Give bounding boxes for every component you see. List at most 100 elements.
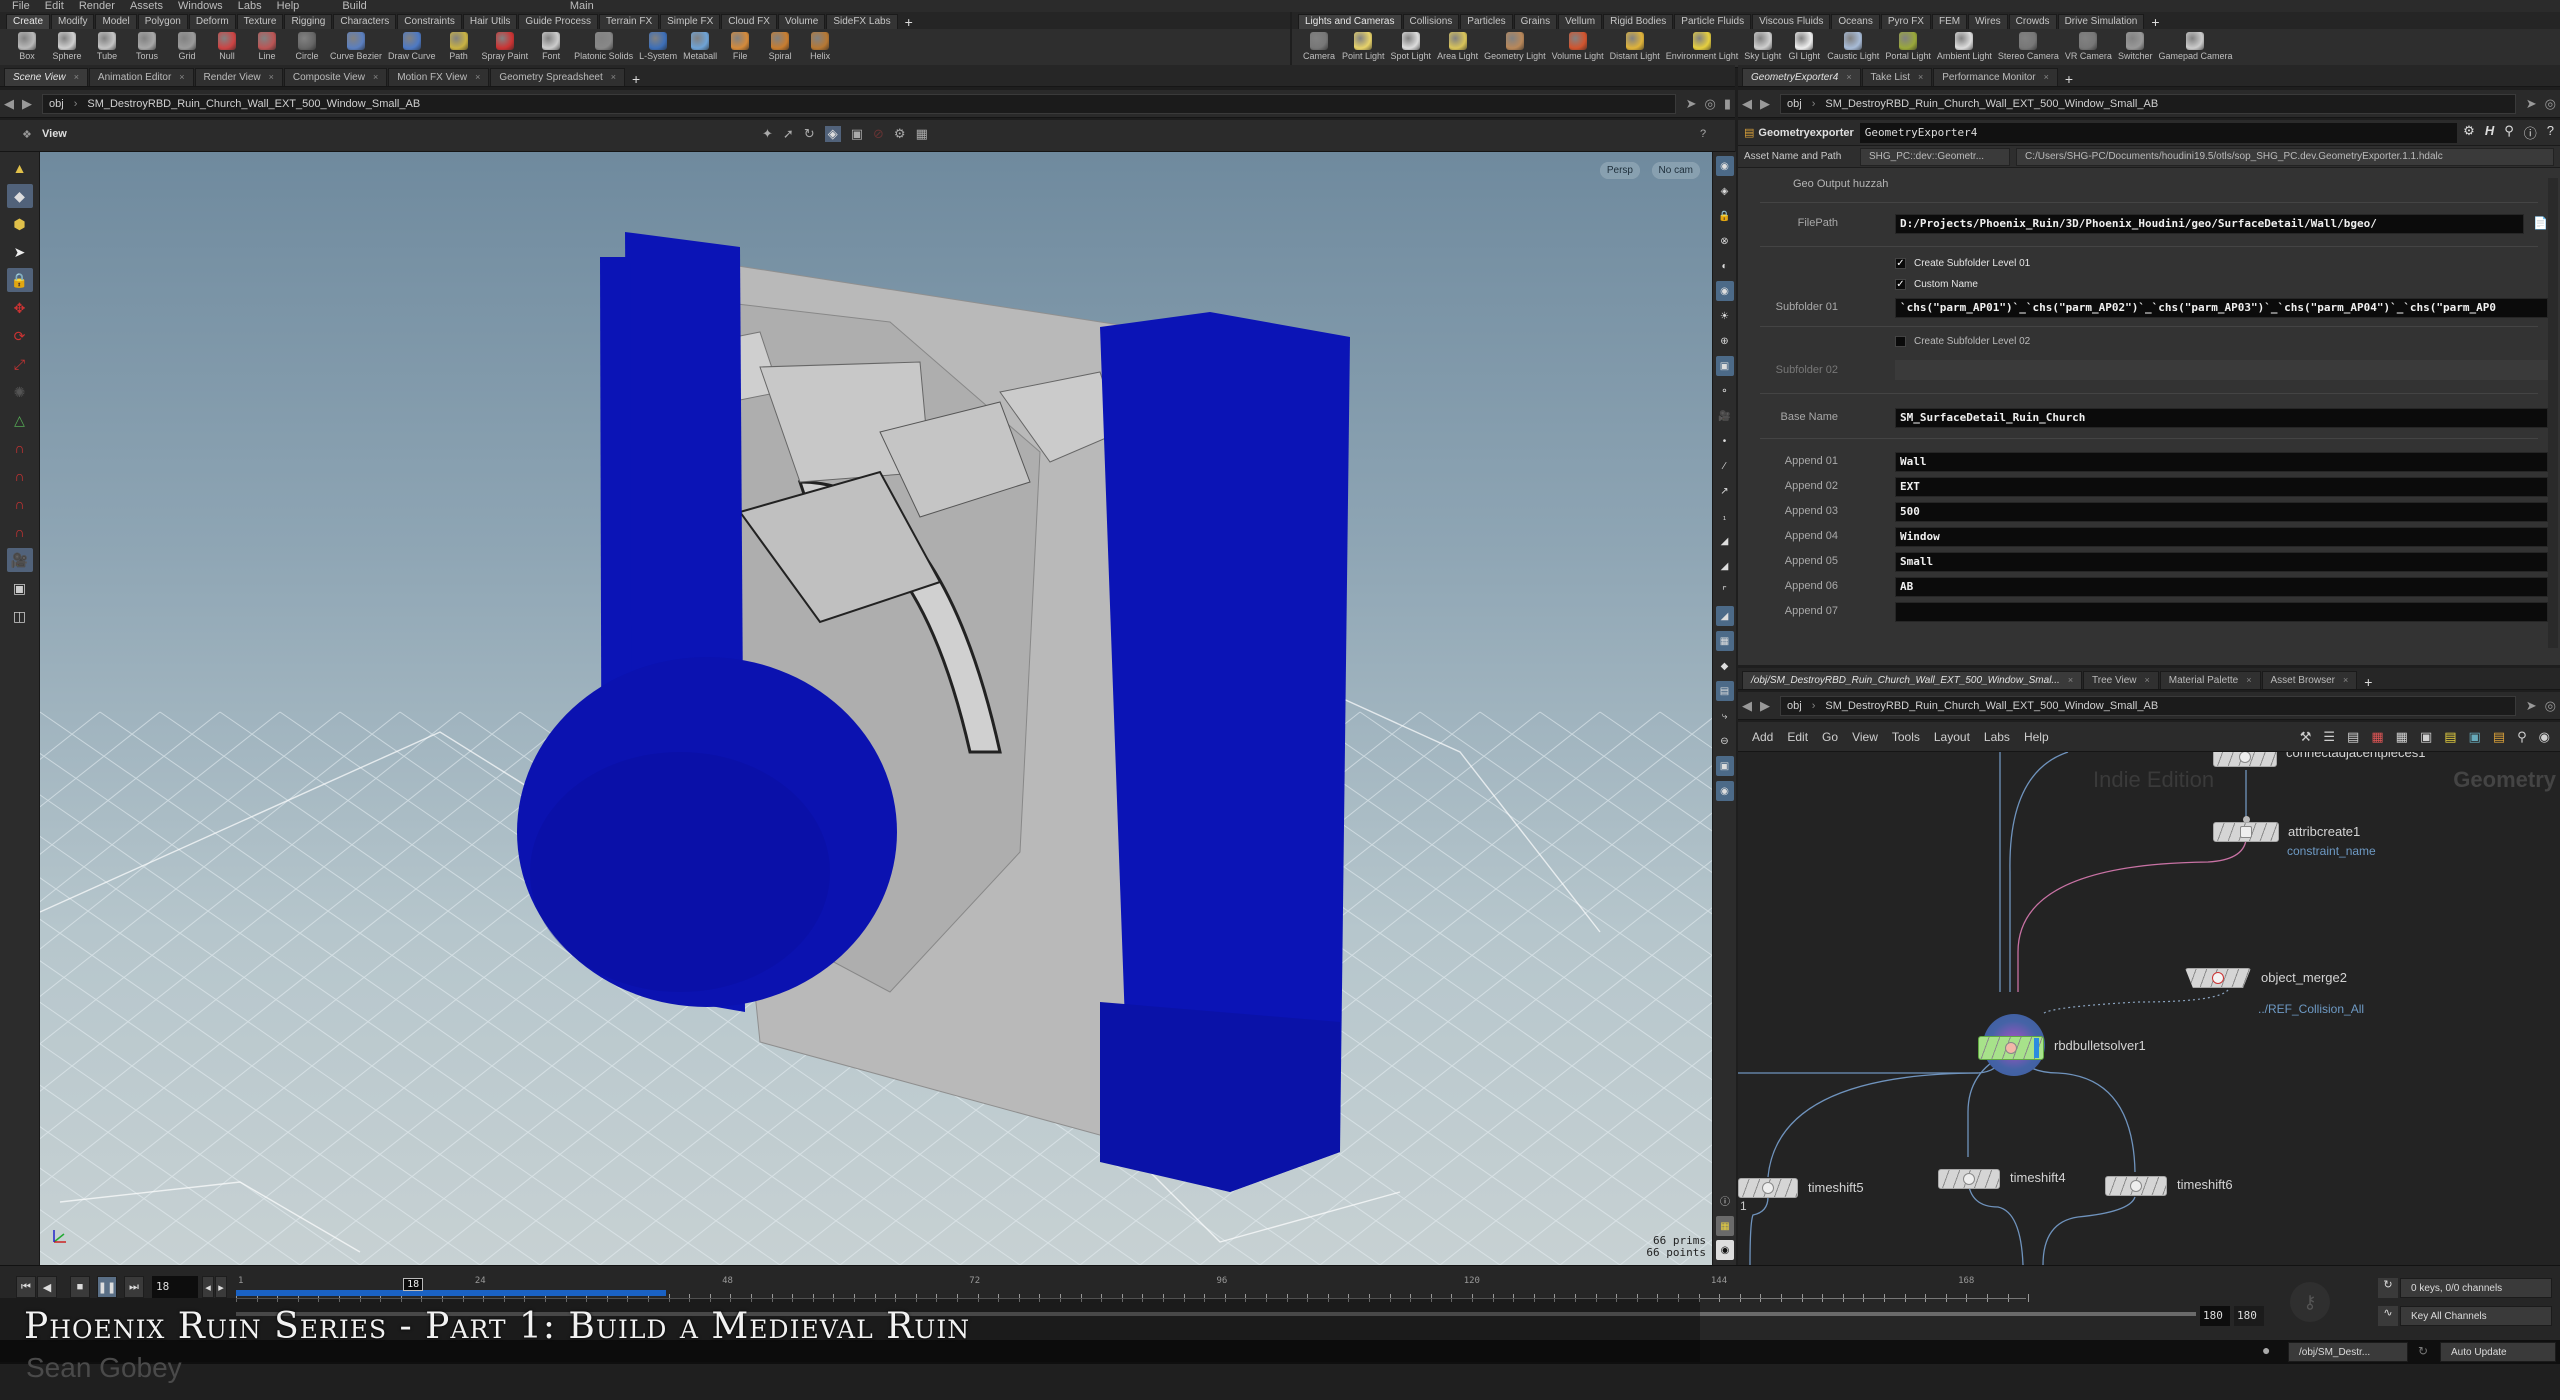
tab-take-list[interactable]: Take List ×	[1861, 68, 1933, 86]
base-name-field[interactable]: SM_SurfaceDetail_Ruin_Church	[1895, 408, 2548, 428]
render-icon[interactable]: ▦	[916, 126, 928, 142]
status-path-select[interactable]: /obj/SM_Destr...	[2288, 1342, 2408, 1362]
shelf-tool-geometry-light[interactable]: Geometry Light	[1484, 29, 1546, 61]
uv-icon[interactable]: ▦	[1715, 631, 1734, 651]
node-object_merge2[interactable]	[2185, 968, 2251, 988]
asset-path-select[interactable]: C:/Users/SHG-PC/Documents/houdini19.5/ot…	[2016, 147, 2554, 166]
add-tab-button[interactable]: +	[2059, 72, 2079, 86]
add-shelf-button[interactable]: +	[2145, 15, 2165, 29]
background-icon[interactable]: ▣	[1715, 356, 1734, 376]
shelf-tab-texture[interactable]: Texture	[236, 14, 284, 29]
shelf-tab-deform[interactable]: Deform	[188, 14, 236, 29]
menu-layout[interactable]: Layout	[1934, 730, 1970, 744]
forward-arrow-icon[interactable]: ▶	[1760, 96, 1770, 112]
close-tab-icon[interactable]: ×	[1846, 72, 1851, 82]
shelf-tool-torus[interactable]: Torus	[130, 29, 164, 61]
pin-icon[interactable]: ➤	[1686, 96, 1697, 112]
step-back-button[interactable]: ◂	[202, 1276, 214, 1298]
key-mode-icon[interactable]: ∿	[2378, 1306, 2398, 1326]
close-tab-icon[interactable]: ×	[611, 72, 616, 82]
tab-performance-monitor[interactable]: Performance Monitor ×	[1933, 68, 2058, 86]
node-name-field[interactable]: GeometryExporter4	[1859, 122, 2458, 143]
tab-material-palette[interactable]: Material Palette ×	[2159, 671, 2261, 689]
vector-icon[interactable]: ⤷	[1716, 706, 1734, 726]
wireframe-icon[interactable]: ⊗	[1716, 231, 1734, 251]
shelf-tab-volume[interactable]: Volume	[777, 14, 826, 29]
lock-camera-icon[interactable]: 🔒	[1716, 206, 1734, 226]
menu-assets[interactable]: Assets	[130, 0, 163, 12]
tab--obj-sm-destroyrbd-ruin-church-wall-ext-[interactable]: /obj/SM_DestroyRBD_Ruin_Church_Wall_EXT_…	[1742, 671, 2083, 689]
current-frame-marker[interactable]: 18	[403, 1278, 424, 1291]
shelf-tool-curve-bezier[interactable]: Curve Bezier	[330, 29, 382, 61]
ghost-display-icon[interactable]: ⊖	[1716, 731, 1734, 751]
shelf-tool-switcher[interactable]: Switcher	[2118, 29, 2152, 61]
shelf-tab-particle-fluids[interactable]: Particle Fluids	[1674, 14, 1752, 29]
menu-tools[interactable]: Tools	[1892, 730, 1920, 744]
asset-name-select[interactable]: SHG_PC::dev::Geometr...	[1860, 147, 2010, 166]
visualize-icon[interactable]: ⚬	[1716, 381, 1734, 401]
close-tab-icon[interactable]: ×	[269, 72, 274, 82]
step-forward-button[interactable]: ▸	[215, 1276, 227, 1298]
object-select-icon[interactable]: ▲	[7, 156, 33, 180]
context-select[interactable]: Main	[570, 0, 594, 12]
shelf-tab-pyro-fx[interactable]: Pyro FX	[1880, 14, 1931, 29]
close-tab-icon[interactable]: ×	[2044, 72, 2049, 82]
custom-name-checkbox[interactable]: ✓ Custom Name	[1895, 279, 1978, 290]
close-tab-icon[interactable]: ×	[1918, 72, 1923, 82]
node-attribcreate1[interactable]	[2213, 822, 2279, 842]
node-connectadjacentpieces1[interactable]	[2213, 752, 2277, 767]
shelf-tool-gamepad-camera[interactable]: Gamepad Camera	[2158, 29, 2233, 61]
shelf-tab-collisions[interactable]: Collisions	[1402, 14, 1460, 29]
display-flag[interactable]	[2034, 1038, 2039, 1058]
link-icon[interactable]: ◎	[2545, 698, 2556, 714]
shelf-tool-camera[interactable]: Camera	[1302, 29, 1336, 61]
shelf-tool-metaball[interactable]: Metaball	[683, 29, 717, 61]
shelf-tab-simple-fx[interactable]: Simple FX	[660, 14, 721, 29]
back-arrow-icon[interactable]: ◀	[4, 96, 14, 112]
shelf-tool-grid[interactable]: Grid	[170, 29, 204, 61]
point-display-icon[interactable]: •	[1716, 431, 1734, 451]
close-tab-icon[interactable]: ×	[179, 72, 184, 82]
pin-icon[interactable]: ➤	[2526, 96, 2537, 112]
search-icon[interactable]: ⚲	[2504, 123, 2514, 142]
camera-button[interactable]: No cam	[1651, 160, 1700, 179]
shelf-tab-wires[interactable]: Wires	[1968, 14, 2008, 29]
close-tab-icon[interactable]: ×	[74, 72, 79, 82]
shelf-tool-environment-light[interactable]: Environment Light	[1666, 29, 1738, 61]
key-icon[interactable]: ⚷	[2290, 1282, 2330, 1322]
node-timeshift4[interactable]	[1938, 1169, 2000, 1189]
filepath-field[interactable]: D:/Projects/Phoenix_Ruin/3D/Phoenix_Houd…	[1895, 214, 2524, 234]
info-icon[interactable]: ⓘ	[1716, 1190, 1734, 1210]
pin-icon[interactable]: ➤	[2526, 698, 2537, 714]
search-icon[interactable]: ⚲	[2517, 729, 2527, 745]
append-field[interactable]: AB	[1895, 577, 2548, 597]
help-icon[interactable]: ?	[1700, 128, 1706, 140]
footprint-icon[interactable]: ▤	[1715, 681, 1734, 701]
prim-normal-icon[interactable]: ◢	[1716, 531, 1734, 551]
append-field[interactable]: Wall	[1895, 452, 2548, 472]
end-frame-field[interactable]: 180	[2200, 1306, 2230, 1326]
path-field[interactable]: obj › SM_DestroyRBD_Ruin_Church_Wall_EXT…	[1780, 695, 2516, 716]
shelf-tool-helix[interactable]: Helix	[803, 29, 837, 61]
shelf-tab-cloud-fx[interactable]: Cloud FX	[721, 14, 777, 29]
shape-palette-icon[interactable]: ▦	[2396, 729, 2408, 745]
shelf-tab-terrain-fx[interactable]: Terrain FX	[599, 14, 660, 29]
scale-icon[interactable]: ⤢	[7, 352, 33, 376]
menu-help[interactable]: Help	[277, 0, 300, 12]
path-field[interactable]: obj › SM_DestroyRBD_Ruin_Church_Wall_EXT…	[1780, 93, 2516, 114]
show-camera-icon[interactable]: 🎥	[1716, 406, 1734, 426]
network-editor[interactable]: Indie Edition Geometry connectadjacentpi…	[1738, 752, 2560, 1265]
prim-number-icon[interactable]: ◢	[1716, 556, 1734, 576]
shelf-tab-modify[interactable]: Modify	[51, 14, 95, 29]
shelf-tool-ambient-light[interactable]: Ambient Light	[1937, 29, 1992, 61]
info-icon[interactable]: ⓘ	[2524, 123, 2537, 142]
persp-button[interactable]: Persp	[1599, 160, 1640, 179]
shelf-tab-characters[interactable]: Characters	[333, 14, 397, 29]
channel-icon[interactable]: ↻	[2378, 1278, 2398, 1298]
keys-status[interactable]: 0 keys, 0/0 channels	[2400, 1278, 2552, 1298]
background-image-icon[interactable]: ▣	[2469, 729, 2481, 745]
update-mode-select[interactable]: Auto Update	[2440, 1342, 2556, 1362]
shelf-tab-rigid-bodies[interactable]: Rigid Bodies	[1603, 14, 1674, 29]
refresh-icon[interactable]: ↻	[2418, 1344, 2428, 1358]
dynamics-select-icon[interactable]: ⬢	[7, 212, 33, 236]
